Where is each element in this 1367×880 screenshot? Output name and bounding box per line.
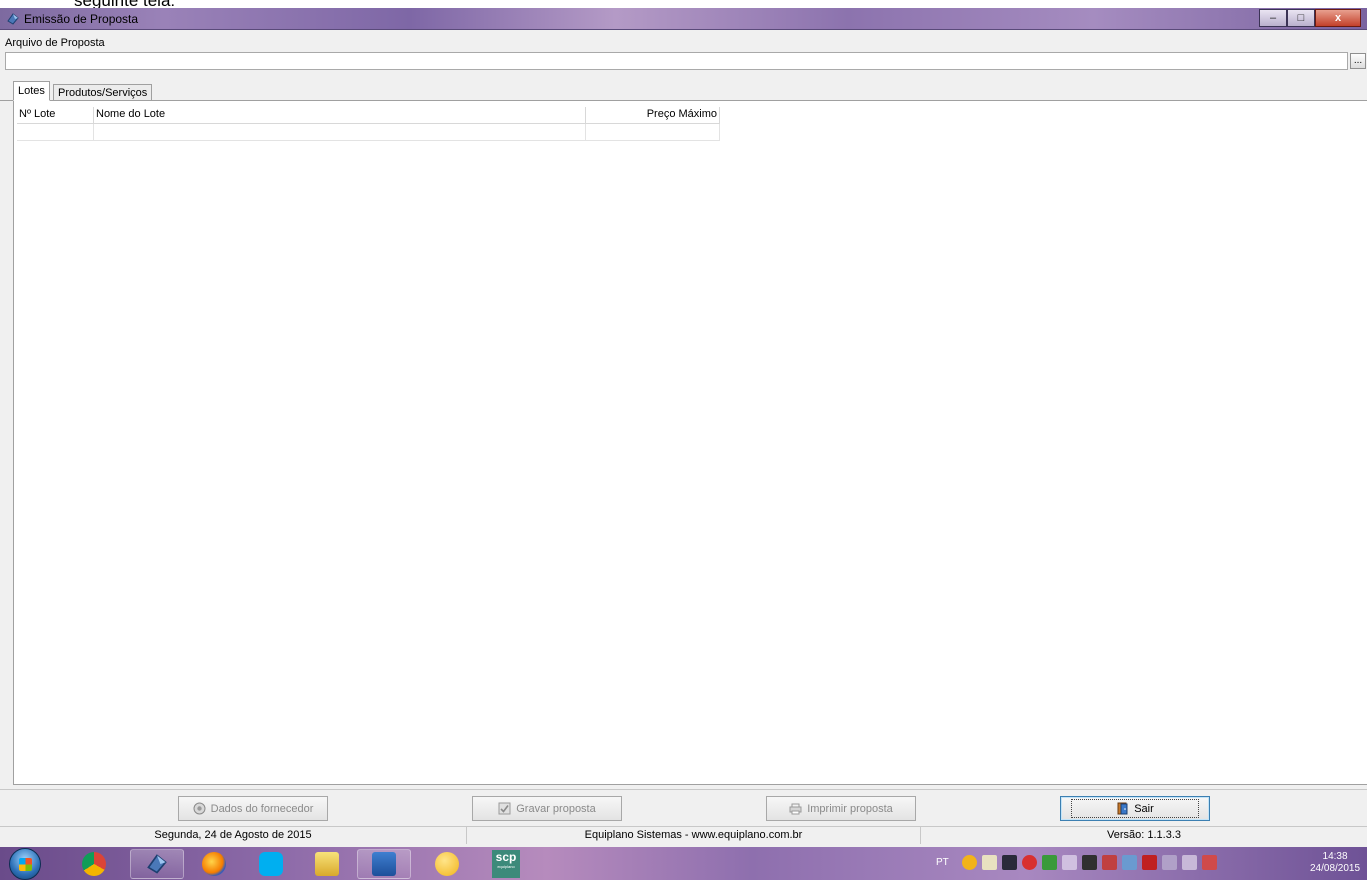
taskbar-word[interactable] (357, 849, 411, 879)
browse-file-button[interactable]: ... (1350, 53, 1366, 69)
dados-fornecedor-button[interactable]: Dados do fornecedor (178, 796, 328, 821)
close-button[interactable]: x (1315, 9, 1361, 27)
status-bar: Segunda, 24 de Agosto de 2015 Equiplano … (0, 826, 1367, 844)
tray-shield-icon[interactable] (982, 855, 997, 870)
save-check-icon (498, 802, 511, 815)
column-header-nome-lote[interactable]: Nome do Lote (94, 107, 586, 123)
status-company: Equiplano Sistemas - www.equiplano.com.b… (467, 827, 921, 844)
minimize-button[interactable]: – (1259, 9, 1287, 27)
tray-image-icon[interactable] (1102, 855, 1117, 870)
start-button[interactable] (9, 848, 41, 880)
taskbar-scp[interactable]: scp equiplano (479, 849, 533, 879)
chrome-icon (82, 852, 106, 876)
language-indicator[interactable]: PT (936, 857, 949, 868)
windows-taskbar: scp equiplano PT 14:38 24/08/2015 (0, 847, 1367, 880)
tray-am-icon[interactable] (1142, 855, 1157, 870)
app-icon (7, 13, 19, 25)
grid-header: Nº Lote Nome do Lote Preço Máximo (17, 107, 720, 124)
taskbar-explorer[interactable] (300, 849, 354, 879)
table-row[interactable] (17, 124, 720, 141)
clock[interactable]: 14:38 24/08/2015 (1310, 851, 1360, 875)
printer-icon (789, 803, 802, 815)
supplier-icon (193, 802, 206, 815)
firefox-icon (202, 852, 226, 876)
folder-icon (315, 852, 339, 876)
tray-volume-icon[interactable] (1182, 855, 1197, 870)
tray-speaker-icon[interactable] (1062, 855, 1077, 870)
tray-network-icon[interactable] (1162, 855, 1177, 870)
proposal-app-icon (147, 854, 167, 874)
lotes-grid[interactable]: Nº Lote Nome do Lote Preço Máximo (13, 101, 1367, 785)
tab-lotes[interactable]: Lotes (13, 81, 50, 101)
tray-chat-icon[interactable] (962, 855, 977, 870)
imprimir-proposta-button[interactable]: Imprimir proposta (766, 796, 916, 821)
exit-door-icon (1117, 802, 1128, 815)
tab-produtos-servicos[interactable]: Produtos/Serviços (53, 84, 153, 100)
chat-bubble-icon (435, 852, 459, 876)
cell-preco-maximo[interactable] (586, 124, 720, 140)
main-window: Arquivo de Proposta ... Lotes Produtos/S… (0, 30, 1367, 850)
taskbar-emissao-proposta[interactable] (130, 849, 184, 879)
status-version: Versão: 1.1.3.3 (1107, 829, 1181, 841)
tray-pdf-icon[interactable] (1082, 855, 1097, 870)
maximize-button[interactable]: □ (1287, 9, 1315, 27)
arquivo-proposta-input[interactable] (5, 52, 1348, 70)
tray-antivirus-icon[interactable] (1022, 855, 1037, 870)
tray-monitor-icon[interactable] (1122, 855, 1137, 870)
action-button-bar: Dados do fornecedor Gravar proposta Impr… (0, 789, 1367, 826)
sair-button[interactable]: Sair (1060, 796, 1210, 821)
gravar-proposta-button[interactable]: Gravar proposta (472, 796, 622, 821)
scp-icon: scp equiplano (492, 850, 520, 878)
column-header-numero-lote[interactable]: Nº Lote (17, 107, 94, 123)
tray-sync-icon[interactable] (1042, 855, 1057, 870)
status-date: Segunda, 24 de Agosto de 2015 (0, 827, 467, 844)
tray-flag-icon[interactable] (1202, 855, 1217, 870)
window-title: Emissão de Proposta (24, 12, 139, 26)
window-titlebar[interactable]: Emissão de Proposta – □ x (0, 8, 1367, 30)
word-icon (372, 852, 396, 876)
arquivo-proposta-label: Arquivo de Proposta (5, 37, 105, 49)
tray-x-icon[interactable] (1002, 855, 1017, 870)
skype-icon (259, 852, 283, 876)
column-header-preco-maximo[interactable]: Preço Máximo (586, 107, 720, 123)
taskbar-chrome[interactable] (67, 849, 121, 879)
cell-numero-lote[interactable] (17, 124, 94, 140)
taskbar-messenger[interactable] (420, 849, 474, 879)
cell-nome-lote[interactable] (94, 124, 586, 140)
taskbar-skype[interactable] (244, 849, 298, 879)
system-tray (962, 855, 1217, 870)
taskbar-firefox[interactable] (187, 849, 241, 879)
